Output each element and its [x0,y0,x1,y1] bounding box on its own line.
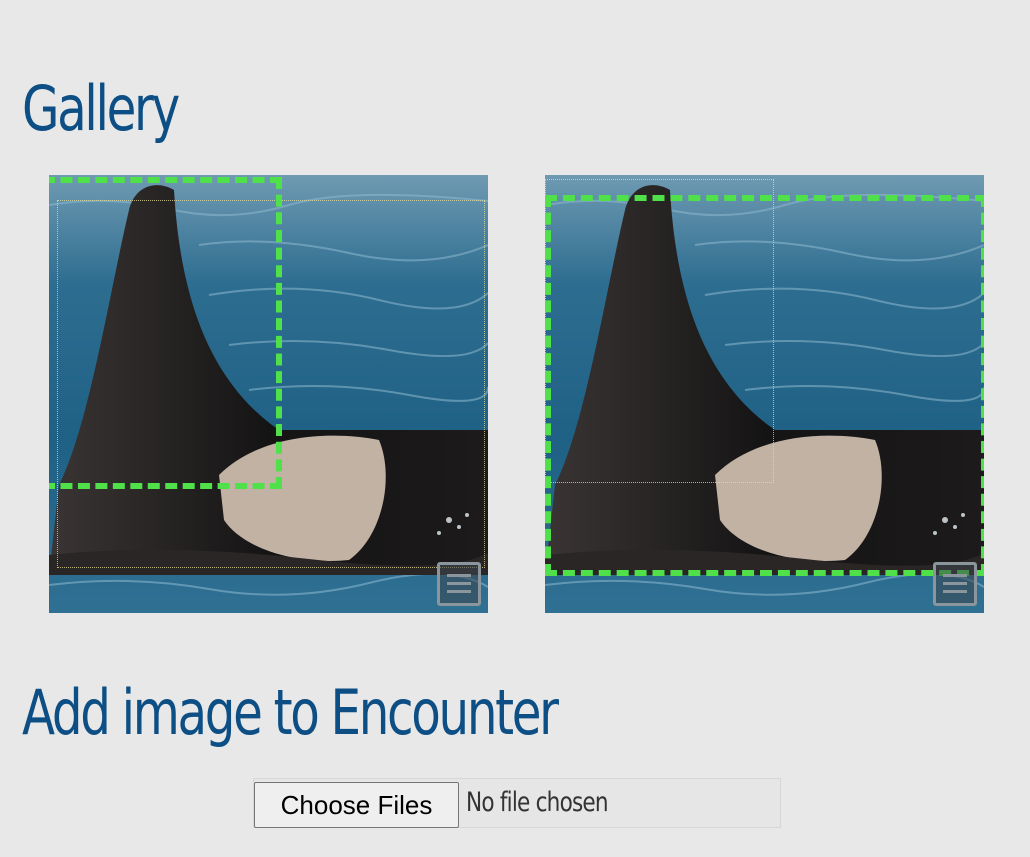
hamburger-menu-icon [943,574,967,577]
annotation-box-active[interactable] [49,177,282,489]
gallery-image-2[interactable] [545,175,984,613]
hamburger-menu-icon [447,574,471,577]
file-input[interactable]: Choose Files No file chosen [253,778,781,828]
add-image-heading: Add image to Encounter [22,676,559,749]
file-status-text: No file chosen [466,787,609,818]
image-menu-button[interactable] [933,562,977,606]
gallery-image-1[interactable] [49,175,488,613]
gallery-heading: Gallery [22,72,180,145]
image-menu-button[interactable] [437,562,481,606]
annotation-box-active[interactable] [545,195,984,576]
choose-files-button[interactable]: Choose Files [254,782,459,828]
